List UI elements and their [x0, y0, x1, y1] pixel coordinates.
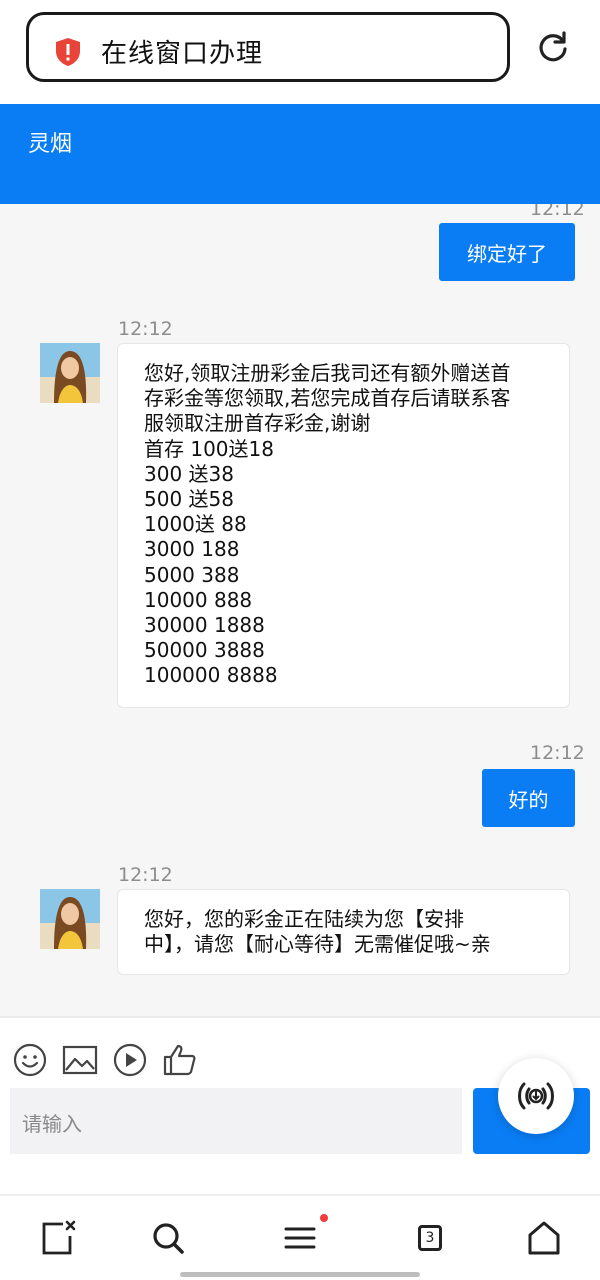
message-text: 您好，您的彩金正在陆续为您【安排 中】，请您【耐心等待】无需催促哦~亲 [144, 907, 491, 957]
browser-nav-bar: 3 [0, 1194, 600, 1280]
menu-icon[interactable] [280, 1218, 320, 1258]
outgoing-message-bubble[interactable]: 好的 [482, 769, 575, 827]
message-text: 您好,领取注册彩金后我司还有额外赠送首 存彩金等您领取,若您完成首存后请联系客 … [144, 361, 511, 688]
close-tab-icon[interactable] [37, 1218, 77, 1258]
browser-top-bar: 在线窗口办理 [0, 0, 600, 104]
message-time: 12:12 [118, 318, 173, 340]
emoji-icon[interactable] [12, 1042, 48, 1078]
home-icon[interactable] [524, 1218, 564, 1258]
agent-avatar [40, 889, 100, 949]
message-text: 好的 [508, 787, 549, 812]
search-icon[interactable] [148, 1218, 188, 1258]
message-time: 12:12 [530, 742, 585, 764]
notification-dot [320, 1214, 328, 1222]
voice-button[interactable] [498, 1058, 574, 1134]
tab-count: 3 [418, 1225, 442, 1251]
tabs-icon[interactable]: 3 [410, 1218, 450, 1258]
message-time: 12:12 [118, 864, 173, 886]
input-placeholder: 请输入 [22, 1112, 82, 1136]
agent-avatar [40, 343, 100, 403]
message-time: 12:12 [530, 204, 585, 220]
voice-broadcast-icon [518, 1082, 554, 1110]
shield-alert-icon[interactable] [55, 37, 81, 67]
reload-icon[interactable] [536, 30, 570, 64]
message-input[interactable]: 请输入 [10, 1088, 462, 1154]
message-text: 绑定好了 [467, 241, 547, 266]
incoming-message-bubble[interactable]: 您好,领取注册彩金后我司还有额外赠送首 存彩金等您领取,若您完成首存后请联系客 … [117, 343, 570, 708]
home-indicator [180, 1272, 420, 1277]
thumbs-up-icon[interactable] [162, 1042, 198, 1078]
incoming-message-bubble[interactable]: 您好，您的彩金正在陆续为您【安排 中】，请您【耐心等待】无需催促哦~亲 [117, 889, 570, 975]
image-icon[interactable] [62, 1042, 98, 1078]
video-play-icon[interactable] [112, 1042, 148, 1078]
chat-messages[interactable]: 12:12 绑定好了 12:12 您好,领取注册彩金后我司还有额外赠送首 存彩金… [0, 204, 600, 1016]
address-bar[interactable]: 在线窗口办理 [26, 12, 510, 82]
outgoing-message-bubble[interactable]: 绑定好了 [439, 223, 575, 281]
chat-title: 灵烟 [28, 132, 73, 157]
url-text[interactable]: 在线窗口办理 [101, 33, 263, 70]
chat-header: 灵烟 [0, 104, 600, 204]
